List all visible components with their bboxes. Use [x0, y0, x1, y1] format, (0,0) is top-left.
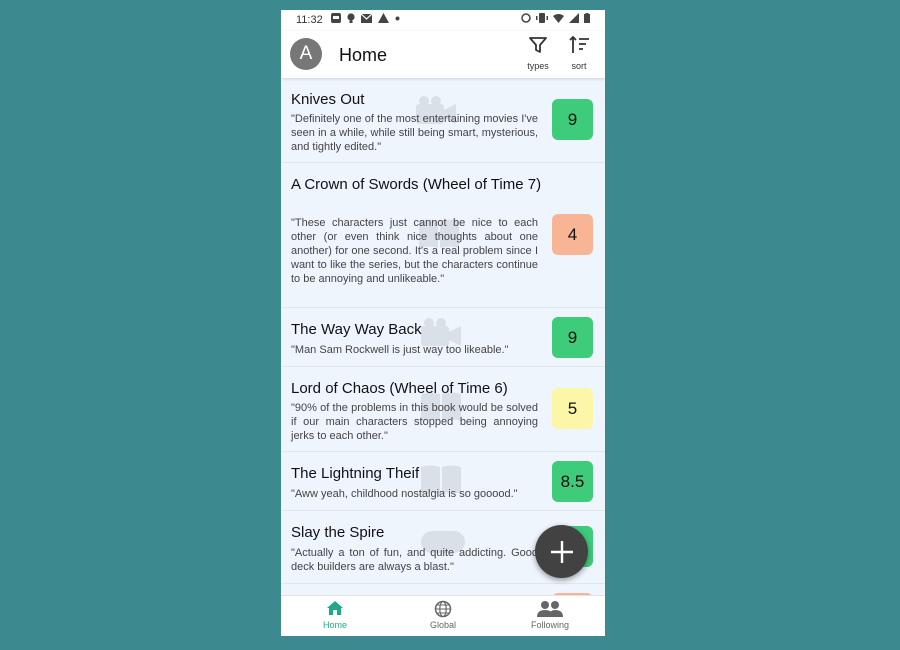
- avatar[interactable]: A: [290, 38, 322, 70]
- item-title: Slay the Spire: [291, 524, 385, 541]
- nav-global[interactable]: Global: [403, 600, 483, 630]
- sort-button[interactable]: sort: [559, 35, 599, 71]
- nav-following[interactable]: Following: [510, 600, 590, 630]
- nav-home[interactable]: Home: [295, 600, 375, 630]
- item-title: The Lightning Theif: [291, 465, 420, 482]
- page-title: Home: [339, 45, 388, 65]
- signal-icon: [569, 13, 579, 23]
- nav-following-label: Following: [530, 620, 570, 630]
- list-item[interactable]: Lord of Chaos (Wheel of Time 6) "90% of …: [281, 367, 605, 452]
- score-badge: 8.5: [552, 461, 593, 502]
- wifi-icon: [553, 13, 564, 23]
- home-icon: [327, 601, 343, 615]
- warning-icon: [378, 13, 389, 23]
- score-badge: 5: [552, 388, 593, 429]
- phone-screen: 11:32 A Home types sort Knives Out "Defi…: [281, 10, 605, 636]
- status-time: 11:32: [296, 14, 323, 26]
- mail-icon: [361, 13, 372, 23]
- vibrate-icon: [536, 13, 548, 23]
- item-title: A Crown of Swords (Wheel of Time 7): [291, 176, 542, 193]
- score-badge: 4: [552, 214, 593, 255]
- assistant-icon: [331, 13, 341, 23]
- list-item[interactable]: The Lightning Theif "Aww yeah, childhood…: [281, 452, 605, 511]
- item-review: "Actually a ton of fun, and quite addict…: [291, 547, 538, 573]
- sort-icon: [569, 35, 589, 53]
- score-badge: 9: [552, 99, 593, 140]
- item-review: "These characters just cannot be nice to…: [291, 217, 538, 285]
- globe-icon: [434, 600, 452, 618]
- list-item[interactable]: The Way Way Back "Man Sam Rockwell is ju…: [281, 308, 605, 367]
- status-bar: 11:32: [281, 10, 605, 31]
- nav-global-label: Global: [429, 620, 456, 630]
- item-review: "Man Sam Rockwell is just way too likeab…: [291, 344, 509, 356]
- item-review: "Aww yeah, childhood nostalgia is so goo…: [291, 488, 518, 500]
- sync-icon: [521, 13, 531, 23]
- item-title: Knives Out: [291, 91, 365, 108]
- dot-icon: [395, 16, 400, 20]
- types-label: types: [527, 61, 549, 71]
- item-title: The Way Way Back: [291, 321, 422, 338]
- app-bar: A Home types sort: [281, 31, 605, 78]
- types-filter-button[interactable]: types: [518, 36, 558, 71]
- bottom-nav: Home Global Following: [281, 595, 605, 636]
- lightbulb-icon: [347, 13, 355, 23]
- score-badge: 9: [552, 317, 593, 358]
- plus-icon: [550, 540, 573, 563]
- sort-label: sort: [571, 61, 587, 71]
- list-item[interactable]: A Crown of Swords (Wheel of Time 7) "The…: [281, 163, 605, 308]
- people-icon: [537, 601, 563, 617]
- item-review: "Definitely one of the most entertaining…: [291, 113, 538, 153]
- battery-icon: [584, 13, 590, 23]
- nav-home-label: Home: [322, 620, 347, 630]
- filter-icon: [529, 37, 547, 53]
- review-list[interactable]: Knives Out "Definitely one of the most e…: [281, 78, 605, 595]
- item-review: "90% of the problems in this book would …: [291, 402, 538, 442]
- list-item[interactable]: [281, 584, 605, 595]
- list-item[interactable]: Knives Out "Definitely one of the most e…: [281, 78, 605, 163]
- item-title: Lord of Chaos (Wheel of Time 6): [291, 380, 508, 397]
- add-review-button[interactable]: [535, 525, 588, 578]
